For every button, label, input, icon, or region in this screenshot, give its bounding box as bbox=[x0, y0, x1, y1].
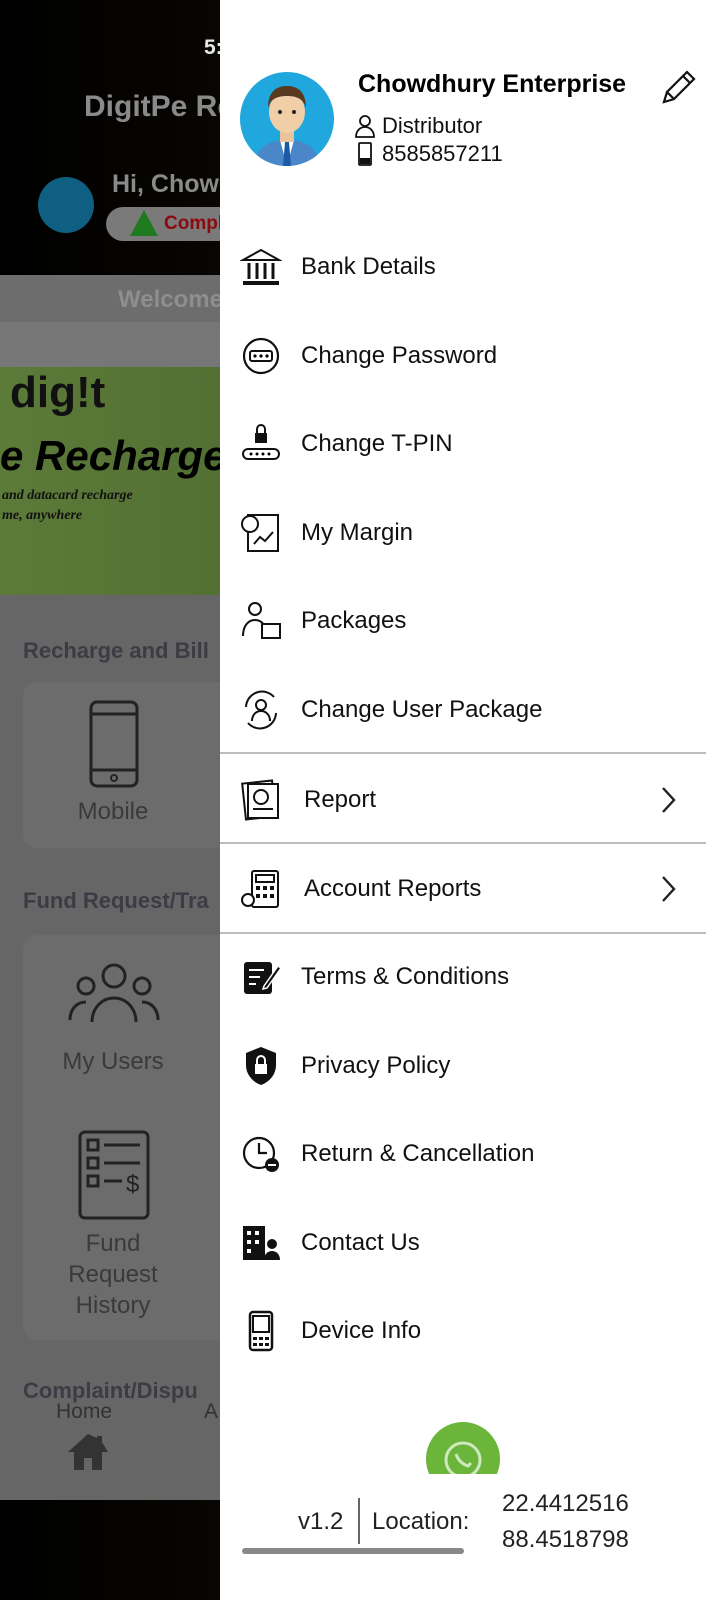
tile-my-users[interactable]: My Users bbox=[23, 1048, 203, 1076]
menu-item-privacy-policy[interactable]: Privacy Policy bbox=[220, 1022, 706, 1110]
menu-item-label: Account Reports bbox=[304, 874, 482, 902]
document-edit-icon bbox=[244, 962, 282, 994]
menu-item-account-reports[interactable]: Account Reports bbox=[220, 845, 706, 933]
profile-phone: 8585857211 bbox=[382, 141, 503, 166]
margin-chart-icon bbox=[241, 513, 279, 552]
tile-fund-request-history[interactable]: Fund Request History bbox=[23, 1228, 203, 1321]
menu-item-label: Bank Details bbox=[301, 253, 436, 280]
user-role-icon bbox=[355, 115, 375, 138]
menu-item-my-margin[interactable]: My Margin bbox=[220, 489, 706, 577]
menu-item-packages[interactable]: Packages bbox=[220, 577, 706, 665]
building-contact-icon bbox=[243, 1225, 280, 1260]
edit-profile-pencil-icon[interactable] bbox=[658, 68, 698, 108]
location-longitude: 88.4518798 bbox=[502, 1526, 629, 1553]
fund-request-history-icon: $ bbox=[78, 1130, 150, 1220]
bank-icon bbox=[240, 248, 282, 285]
section-title: Recharge and Bill bbox=[23, 638, 209, 663]
menu-item-change-password[interactable]: Change Password bbox=[220, 312, 706, 400]
warning-icon bbox=[130, 210, 158, 236]
svg-text:$: $ bbox=[126, 1171, 139, 1198]
menu-item-label: Terms & Conditions bbox=[301, 963, 510, 990]
divider bbox=[220, 932, 706, 934]
welcome-text: Welcome bbox=[118, 286, 223, 313]
menu-item-change-t-pin[interactable]: Change T-PIN bbox=[220, 400, 706, 488]
phone-icon bbox=[358, 142, 372, 166]
shield-lock-icon bbox=[246, 1046, 276, 1085]
menu-item-label: Privacy Policy bbox=[301, 1051, 451, 1079]
location-label: Location: bbox=[372, 1508, 470, 1535]
banner-line: me, anywhere bbox=[2, 508, 83, 523]
clock-minus-icon bbox=[242, 1136, 279, 1172]
user-swap-icon bbox=[245, 690, 277, 729]
menu-item-label: Change T-PIN bbox=[301, 430, 453, 457]
menu-item-return-cancellation[interactable]: Return & Cancellation bbox=[220, 1110, 706, 1198]
menu-item-label: Packages bbox=[301, 607, 407, 634]
menu-item-label: Change User Package bbox=[301, 695, 543, 723]
drawer-edge bbox=[706, 0, 720, 1600]
avatar bbox=[38, 177, 94, 233]
gesture-home-bar[interactable] bbox=[242, 1548, 464, 1554]
home-icon[interactable] bbox=[66, 1432, 110, 1472]
greeting: Hi, Chowd bbox=[112, 170, 235, 198]
profile-name: Chowdhury Enterprise bbox=[358, 70, 627, 98]
nav-item[interactable]: A bbox=[204, 1400, 218, 1424]
whatsapp-icon bbox=[426, 1422, 500, 1474]
app-version: v1.2 bbox=[298, 1508, 344, 1535]
app-title: DigitPe Re bbox=[84, 90, 235, 123]
chevron-right-icon[interactable] bbox=[658, 874, 678, 904]
menu-item-label: Report bbox=[304, 786, 377, 813]
password-icon bbox=[242, 337, 280, 374]
divider bbox=[220, 842, 706, 844]
profile-role: Distributor bbox=[382, 113, 483, 138]
menu-item-label: Contact Us bbox=[301, 1228, 420, 1256]
section-title: Fund Request/Tra bbox=[23, 888, 209, 913]
menu-item-label: Device Info bbox=[301, 1317, 422, 1344]
banner-line: and datacard recharge bbox=[2, 488, 133, 503]
lock-pin-icon bbox=[242, 424, 280, 460]
users-icon bbox=[68, 963, 160, 1023]
banner-headline: e Recharge bbox=[0, 432, 227, 479]
calculator-icon bbox=[241, 869, 279, 908]
kyc-badge-text: Compl bbox=[164, 213, 224, 234]
profile-role-row: Distributor bbox=[354, 113, 482, 139]
whatsapp-button[interactable] bbox=[426, 1422, 500, 1474]
mobile-icon bbox=[89, 700, 139, 788]
phone-device-icon bbox=[248, 1310, 274, 1352]
tile-mobile[interactable]: Mobile bbox=[23, 798, 203, 826]
menu-item-contact-us[interactable]: Contact Us bbox=[220, 1199, 706, 1287]
profile-phone-row: 8585857211 bbox=[354, 141, 503, 167]
package-user-icon bbox=[242, 602, 281, 639]
menu-item-report[interactable]: Report bbox=[220, 756, 706, 844]
menu-item-label: My Margin bbox=[301, 518, 414, 546]
divider bbox=[220, 752, 706, 754]
menu-item-bank-details[interactable]: Bank Details bbox=[220, 223, 706, 311]
nav-home[interactable]: Home bbox=[56, 1400, 112, 1424]
chevron-right-icon[interactable] bbox=[658, 785, 678, 815]
banner-brand: dig!t bbox=[10, 368, 106, 417]
avatar-illustration bbox=[254, 86, 320, 166]
navigation-drawer: Chowdhury Enterprise Distributor 8585857… bbox=[220, 0, 706, 1600]
profile-avatar bbox=[240, 72, 334, 166]
report-icon bbox=[241, 779, 279, 821]
menu-item-label: Change Password bbox=[301, 341, 498, 369]
menu-item-terms-conditions[interactable]: Terms & Conditions bbox=[220, 933, 706, 1021]
menu-item-change-user-package[interactable]: Change User Package bbox=[220, 666, 706, 754]
menu-item-device-info[interactable]: Device Info bbox=[220, 1287, 706, 1375]
footer-separator bbox=[358, 1498, 360, 1544]
menu-item-label: Return & Cancellation bbox=[301, 1140, 535, 1167]
location-latitude: 22.4412516 bbox=[502, 1490, 629, 1517]
